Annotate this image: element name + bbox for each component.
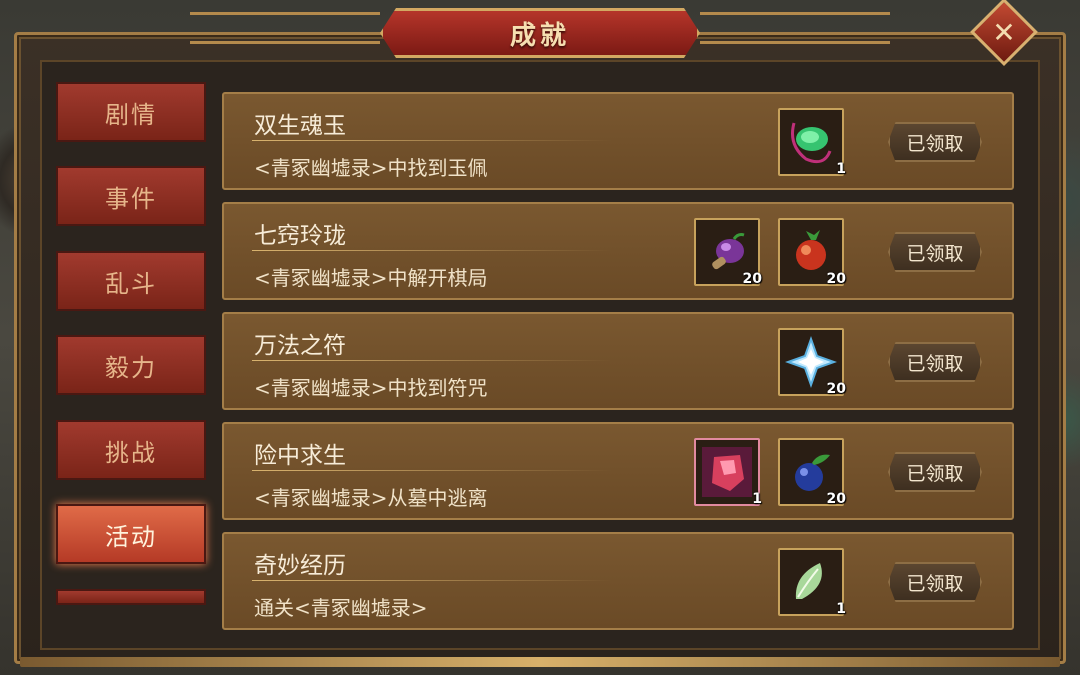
leaf-icon: [795, 563, 822, 599]
claimed-button-label[interactable]: 已领取: [888, 452, 982, 492]
divider: [252, 580, 612, 581]
reward-slot[interactable]: 1: [778, 548, 846, 617]
achievement-title: 双生魂玉: [254, 113, 346, 139]
claimed-button-label[interactable]: 已领取: [888, 122, 982, 162]
reward-count: 20: [826, 491, 846, 507]
title-ornament-left: [190, 12, 380, 44]
achievement-row: 险中求生 <青冢幽墟录>从墓中逃离 1 20 已领取: [222, 422, 1014, 520]
claimed-button-label[interactable]: 已领取: [888, 342, 982, 382]
page-title: 成就: [509, 20, 570, 51]
reward-count: 1: [836, 161, 846, 177]
jade-pendant-icon: [791, 122, 832, 164]
reward-slot[interactable]: 20: [778, 438, 846, 507]
tab-events[interactable]: 事件: [56, 166, 206, 226]
divider: [252, 360, 612, 361]
reward-slot[interactable]: 1: [694, 438, 762, 507]
reward-slot[interactable]: 20: [778, 218, 846, 287]
tab-story[interactable]: 剧情: [56, 82, 206, 142]
title-ornament-right: [700, 12, 890, 44]
reward-count: 1: [836, 601, 846, 617]
reward-slot[interactable]: 20: [778, 328, 846, 397]
reward-count: 20: [742, 271, 762, 287]
reward-count: 20: [826, 271, 846, 287]
tab-brawl[interactable]: 乱斗: [56, 251, 206, 311]
tab-challenge[interactable]: 挑战: [56, 420, 206, 480]
claimed-button-label[interactable]: 已领取: [888, 562, 982, 602]
divider: [252, 140, 612, 141]
achievement-title: 险中求生: [254, 443, 346, 469]
reward-slot[interactable]: 1: [778, 108, 846, 177]
achievement-description: <青冢幽墟录>中解开棋局: [254, 266, 488, 290]
reward-count: 1: [752, 491, 762, 507]
reward-slot[interactable]: 20: [694, 218, 762, 287]
achievement-row: 奇妙经历 通关<青冢幽墟录> 1 已领取: [222, 532, 1014, 630]
achievement-row: 七窍玲珑 <青冢幽墟录>中解开棋局 20 20 已领取: [222, 202, 1014, 300]
divider: [252, 250, 612, 251]
achievement-row: 万法之符 <青冢幽墟录>中找到符咒 20 已领取: [222, 312, 1014, 410]
achievement-description: <青冢幽墟录>从墓中逃离: [254, 486, 488, 510]
tab-activity[interactable]: 活动: [56, 504, 206, 564]
claimed-button-label[interactable]: 已领取: [888, 232, 982, 272]
tab-more[interactable]: [56, 589, 206, 605]
divider: [252, 470, 612, 471]
panel-bottom-trim: [20, 657, 1060, 667]
achievement-title: 万法之符: [254, 333, 346, 359]
achievement-title: 七窍玲珑: [254, 223, 346, 249]
achievement-description: <青冢幽墟录>中找到符咒: [254, 376, 488, 400]
achievement-row: 双生魂玉 <青冢幽墟录>中找到玉佩 1 已领取: [222, 92, 1014, 190]
close-x-icon[interactable]: ✕: [980, 8, 1028, 56]
achievement-description: <青冢幽墟录>中找到玉佩: [254, 156, 488, 180]
reward-count: 20: [826, 381, 846, 397]
achievement-title: 奇妙经历: [254, 553, 346, 579]
crimson-gem-icon: [702, 447, 752, 497]
tab-perseverance[interactable]: 毅力: [56, 335, 206, 395]
achievement-description: 通关<青冢幽墟录>: [254, 596, 428, 620]
